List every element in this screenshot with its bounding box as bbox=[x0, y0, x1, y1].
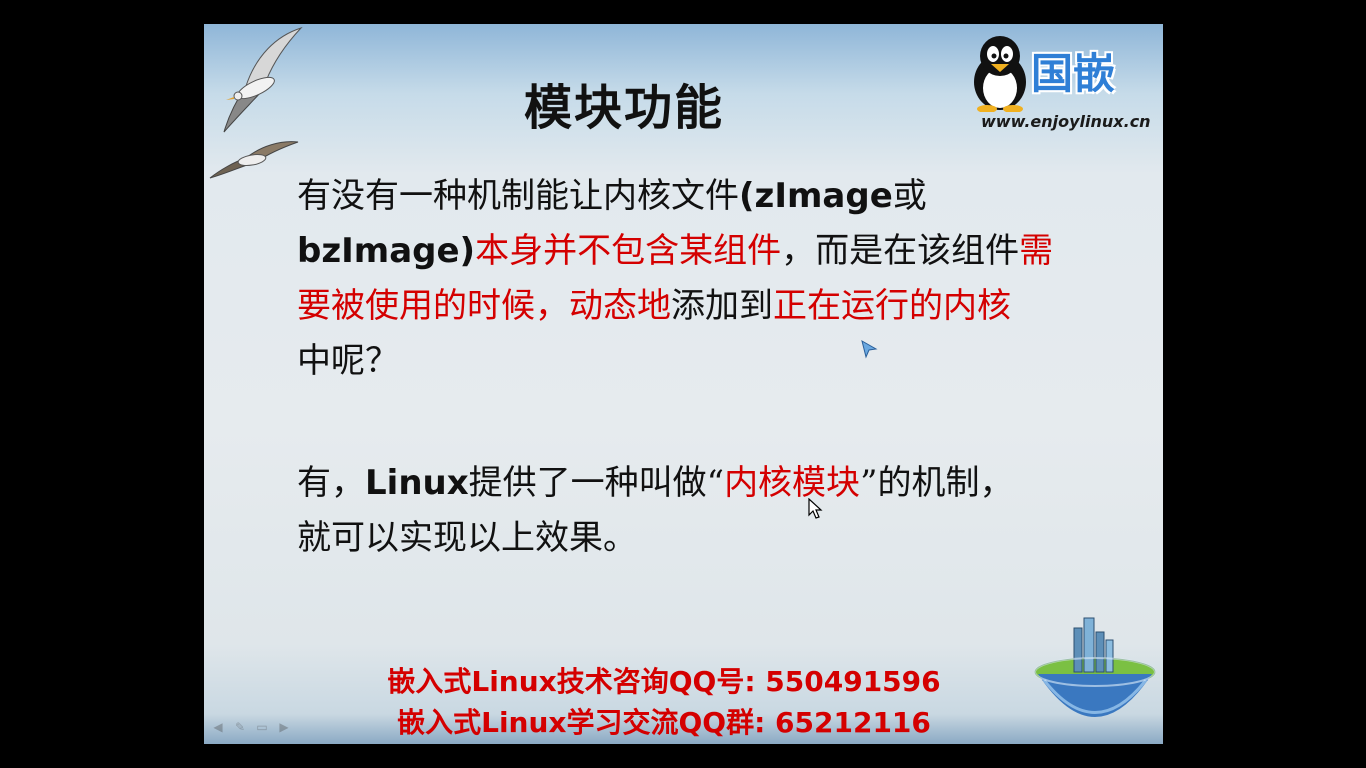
contact-qq-number: 嵌入式Linux技术咨询QQ号: 550491596 bbox=[387, 665, 941, 698]
seagull-icon bbox=[223, 26, 303, 133]
penguin-icon bbox=[974, 36, 1026, 112]
text-span: 提供了一种叫做 bbox=[468, 463, 707, 503]
text-line: 有，Linux提供了一种叫做“内核模块”的机制， bbox=[297, 456, 1097, 511]
text-line: bzImage)本身并不包含某组件，而是在该组件需 bbox=[297, 224, 1097, 279]
arrow-right-icon[interactable]: ▶ bbox=[276, 720, 292, 734]
slide-title: 模块功能 bbox=[523, 80, 724, 136]
text-span: bzImage) bbox=[297, 231, 476, 271]
text-line: 要被使用的时候，动态地添加到正在运行的内核 bbox=[297, 279, 1097, 334]
text-span: 有， bbox=[297, 463, 365, 503]
seagull-icon bbox=[209, 141, 299, 179]
pen-icon[interactable]: ✎ bbox=[232, 720, 248, 734]
menu-icon[interactable]: ▭ bbox=[254, 720, 270, 734]
text-span: 就可以实现以上效果。 bbox=[297, 518, 637, 558]
text-span: ，而是在该组件 bbox=[781, 231, 1020, 271]
text-span: “ bbox=[706, 463, 725, 503]
text-line: 中呢？ bbox=[297, 334, 1097, 389]
text-line: 就可以实现以上效果。 bbox=[297, 511, 1097, 566]
text-span: Linux bbox=[365, 463, 469, 503]
text-span: (zImage bbox=[739, 176, 893, 216]
arrow-left-icon[interactable]: ◀ bbox=[210, 720, 226, 734]
pointer-icon bbox=[861, 339, 878, 359]
contact-qq-group: 嵌入式Linux学习交流QQ群: 65212116 bbox=[397, 706, 931, 739]
text-span: 添加到 bbox=[671, 286, 773, 326]
logo: 国嵌 www.enjoylinux.cn bbox=[969, 28, 1154, 133]
logo-url: www.enjoylinux.cn bbox=[981, 112, 1151, 131]
text-line: 有没有一种机制能让内核文件(zImage或 bbox=[297, 169, 1097, 224]
paragraph-answer: 有，Linux提供了一种叫做“内核模块”的机制， 就可以实现以上效果。 bbox=[297, 456, 1097, 566]
mouse-cursor-icon bbox=[808, 498, 823, 519]
globe-city-icon bbox=[1034, 617, 1156, 717]
text-span: 的机制， bbox=[877, 463, 1014, 503]
paragraph-question: 有没有一种机制能让内核文件(zImage或 bzImage)本身并不包含某组件，… bbox=[297, 169, 1097, 389]
slide: 模块功能 国嵌 www.enjoylinux.cn 有没有一种机制能让内核文件(… bbox=[204, 24, 1163, 744]
highlight-text: 需 bbox=[1019, 231, 1054, 271]
highlight-text: 本身并不包含某组件 bbox=[475, 231, 782, 271]
highlight-text: 内核模块 bbox=[724, 463, 861, 503]
text-span: 有没有一种机制能让内核文件 bbox=[297, 176, 739, 216]
text-span: ” bbox=[860, 463, 878, 503]
slide-nav-controls: ◀ ✎ ▭ ▶ bbox=[210, 720, 292, 734]
text-span: 或 bbox=[892, 176, 927, 216]
text-span: 中呢？ bbox=[297, 341, 399, 381]
logo-brand: 国嵌 bbox=[1031, 49, 1116, 98]
highlight-text: 要被使用的时候，动态地 bbox=[297, 286, 671, 326]
highlight-text: 正在运行的内核 bbox=[773, 286, 1011, 326]
